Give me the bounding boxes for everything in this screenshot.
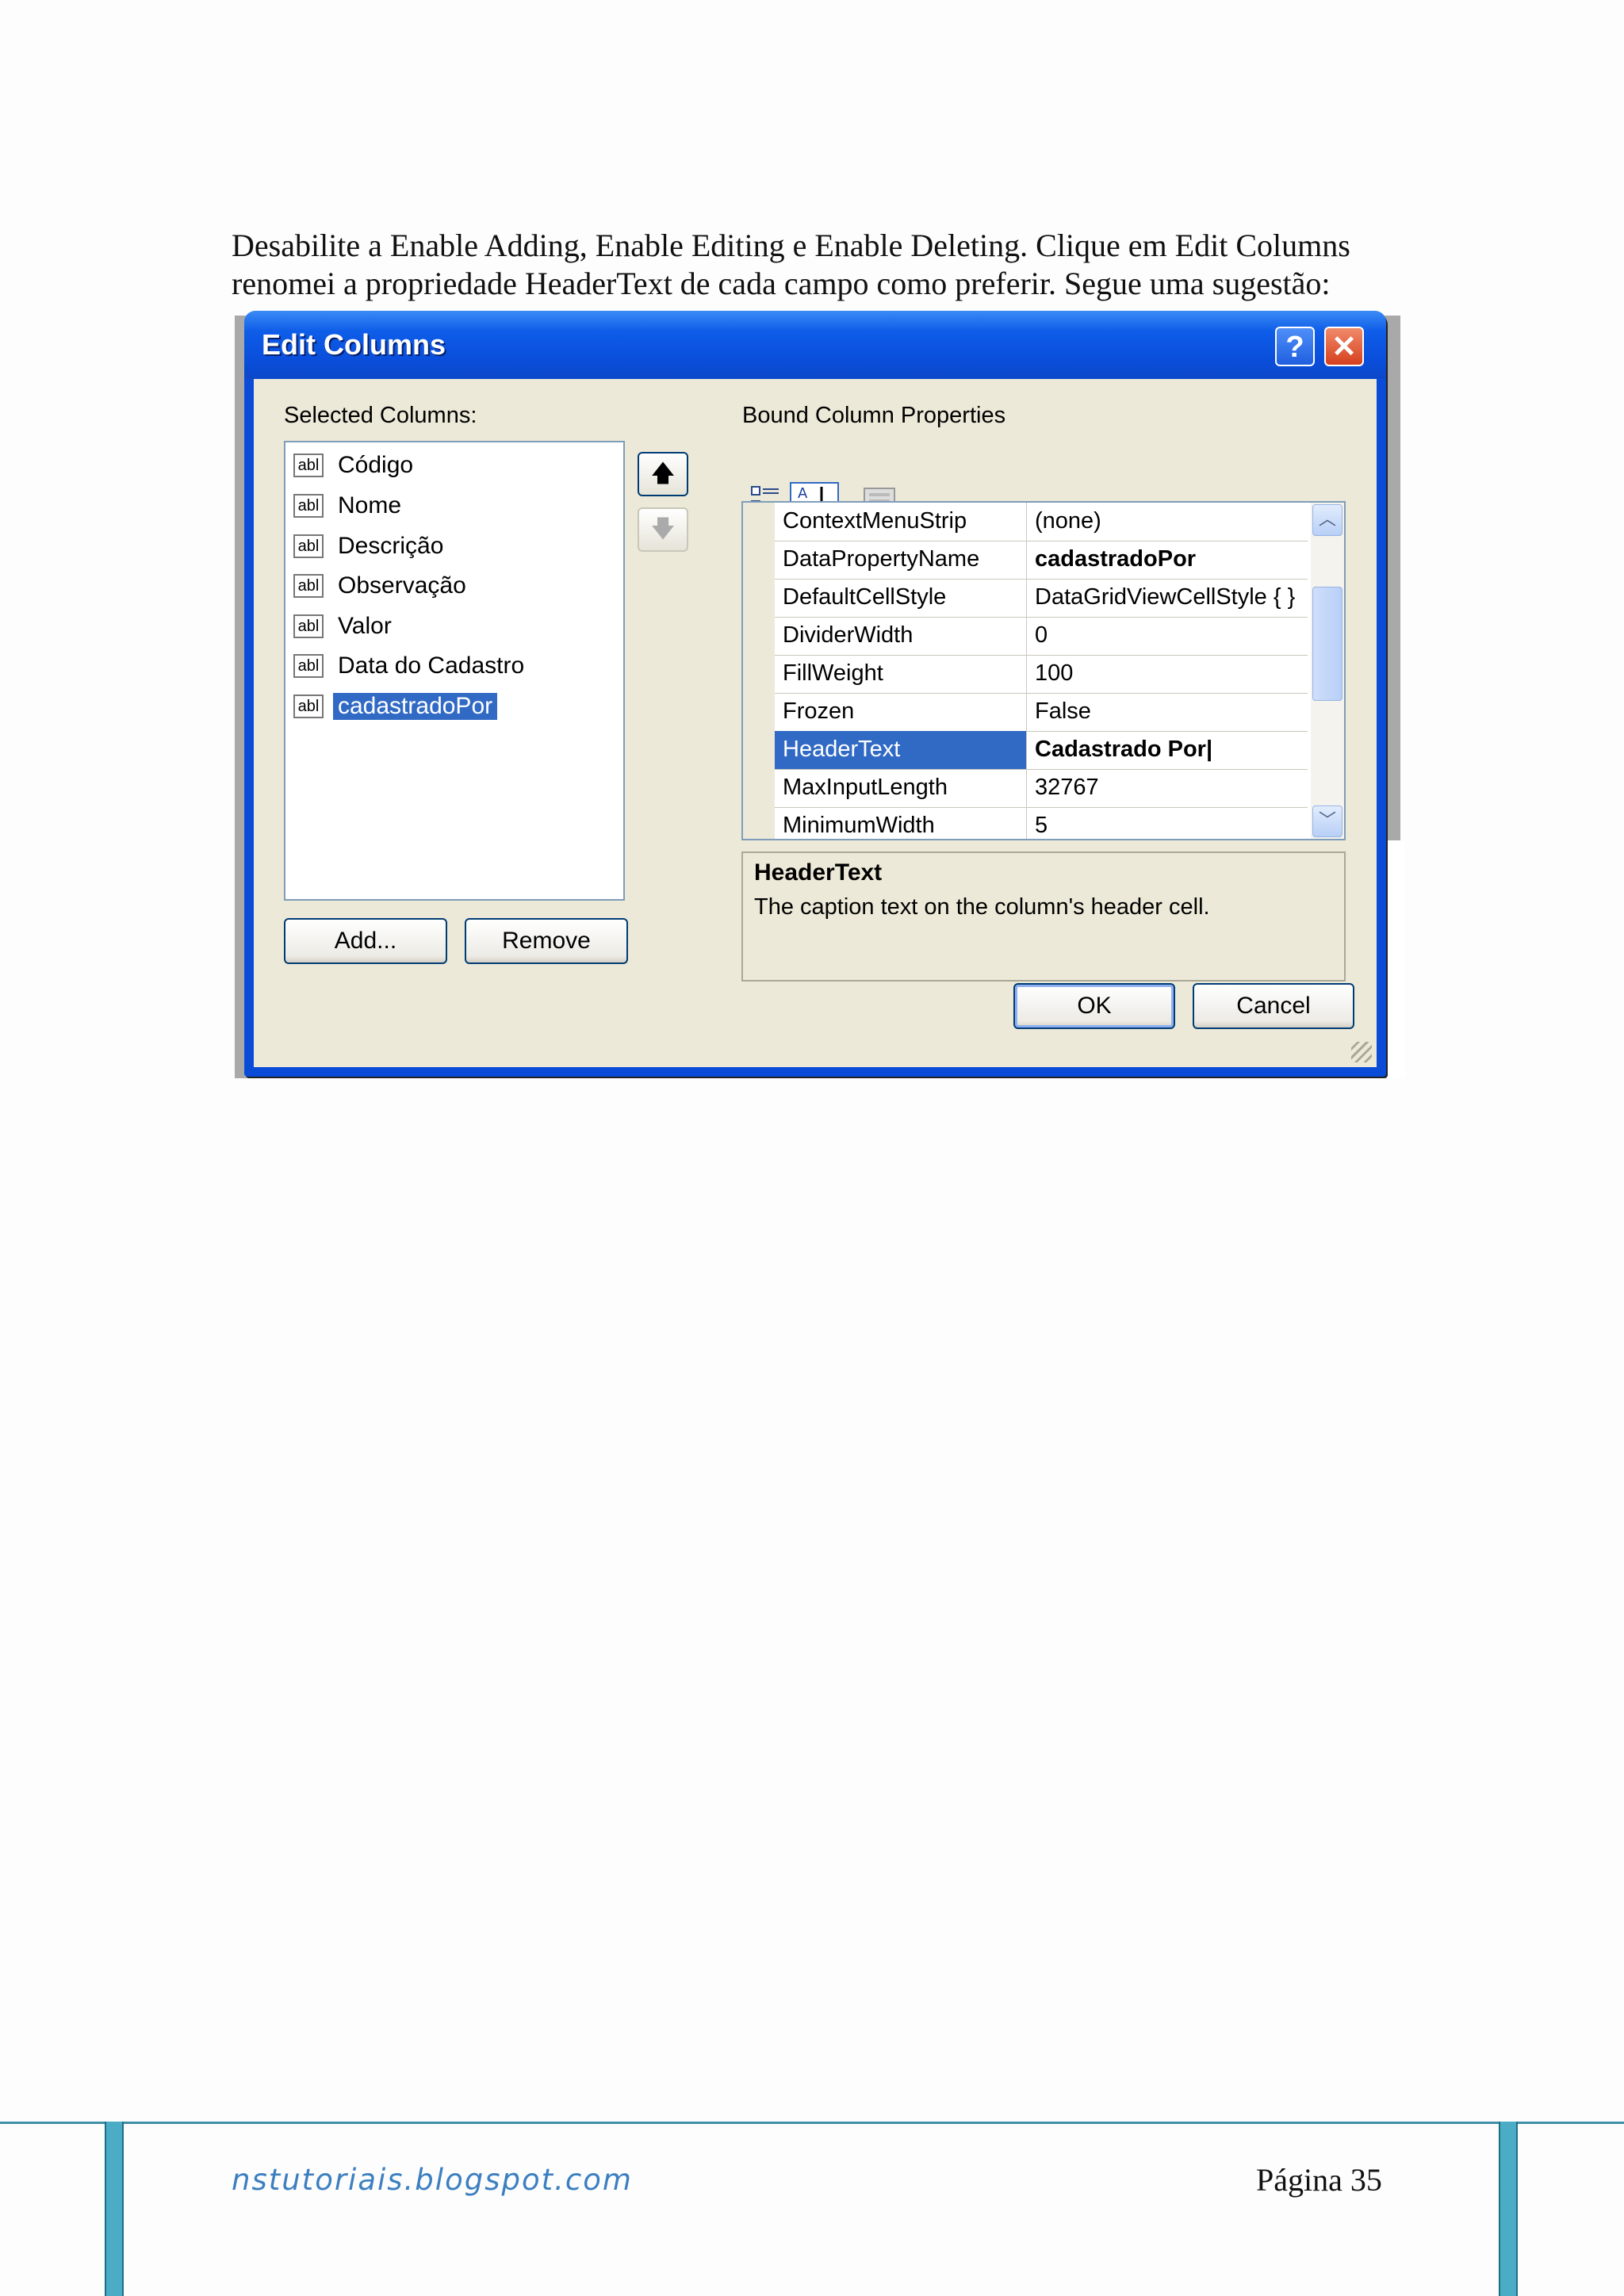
column-item-descricao[interactable]: abl Descrição — [293, 531, 448, 561]
textbox-column-icon: abl — [293, 494, 324, 518]
property-help-panel: HeaderText The caption text on the colum… — [741, 851, 1346, 982]
arrow-up-icon: 🡅 — [650, 461, 676, 487]
property-name: Frozen — [775, 693, 1027, 731]
header-text-input[interactable]: Cadastrado Por| — [1027, 731, 1308, 769]
property-value[interactable]: (none) — [1027, 503, 1308, 541]
column-item-label: Nome — [338, 492, 402, 519]
column-item-cadastradopor[interactable]: abl cadastradoPor — [293, 691, 498, 721]
move-down-button[interactable]: 🡇 — [638, 507, 688, 552]
column-item-label: cadastradoPor — [333, 693, 498, 720]
help-icon: ? — [1285, 331, 1304, 364]
selected-columns-label: Selected Columns: — [284, 403, 477, 428]
resize-grip-icon[interactable] — [1351, 1042, 1372, 1062]
column-item-label: Código — [338, 452, 414, 478]
property-name: MinimumWidth — [775, 807, 1027, 839]
ok-button[interactable]: OK — [1013, 983, 1175, 1029]
column-item-label: Descrição — [338, 533, 444, 559]
property-name: DefaultCellStyle — [775, 579, 1027, 617]
intro-paragraph: Desabilite a Enable Adding, Enable Editi… — [232, 227, 1397, 303]
property-row[interactable]: ContextMenuStrip (none) — [775, 503, 1308, 541]
property-name: DataPropertyName — [775, 541, 1027, 579]
close-button[interactable]: ✕ — [1324, 327, 1364, 366]
property-value[interactable]: 100 — [1027, 655, 1308, 693]
footer-left-bar — [105, 2122, 124, 2296]
column-item-label: Observação — [338, 572, 466, 599]
chevron-down-icon: ﹀ — [1318, 810, 1336, 830]
column-item-observacao[interactable]: abl Observação — [293, 571, 471, 601]
scroll-thumb[interactable] — [1312, 587, 1342, 701]
property-name: ContextMenuStrip — [775, 503, 1027, 541]
column-item-label: Valor — [338, 613, 392, 639]
intro-line-2: renomei a propriedade HeaderText de cada… — [232, 266, 1331, 301]
property-grid-scrollbar[interactable]: ︿ ﹀ — [1311, 503, 1344, 839]
property-row[interactable]: MaxInputLength 32767 — [775, 769, 1308, 808]
property-value[interactable]: 0 — [1027, 617, 1308, 655]
help-panel-description: The caption text on the column's header … — [754, 894, 1210, 920]
column-item-codigo[interactable]: abl Código — [293, 450, 418, 480]
dialog-titlebar[interactable]: Edit Columns ? ✕ — [244, 311, 1386, 379]
textbox-column-icon: abl — [293, 453, 324, 477]
textbox-column-icon: abl — [293, 695, 324, 718]
property-name: HeaderText — [775, 731, 1027, 769]
property-grid-gutter — [743, 503, 775, 839]
bound-column-properties-label: Bound Column Properties — [742, 403, 1006, 428]
arrow-down-icon: 🡇 — [650, 516, 676, 542]
property-row[interactable]: DividerWidth 0 — [775, 617, 1308, 656]
scroll-down-button[interactable]: ﹀ — [1312, 806, 1342, 837]
footer-right-bar — [1499, 2122, 1518, 2296]
page-number: Página 35 — [1256, 2162, 1382, 2198]
svg-text:A: A — [798, 485, 808, 502]
property-value[interactable]: 5 — [1027, 807, 1308, 839]
property-row[interactable]: DataPropertyName cadastradoPor — [775, 541, 1308, 580]
property-row-selected[interactable]: HeaderText Cadastrado Por| — [775, 731, 1308, 770]
property-name: DividerWidth — [775, 617, 1027, 655]
move-up-button[interactable]: 🡅 — [638, 452, 688, 496]
property-name: MaxInputLength — [775, 769, 1027, 807]
property-row[interactable]: MinimumWidth 5 — [775, 807, 1308, 839]
footer-site-link[interactable]: nstutoriais.blogspot.com — [232, 2163, 633, 2197]
selected-columns-list[interactable]: abl Código abl Nome abl Descrição abl Ob… — [284, 441, 625, 901]
chevron-up-icon: ︿ — [1318, 509, 1336, 529]
scroll-up-button[interactable]: ︿ — [1312, 504, 1342, 536]
help-button[interactable]: ? — [1275, 327, 1315, 366]
footer-rule — [0, 2122, 1624, 2124]
property-row[interactable]: Frozen False — [775, 693, 1308, 732]
property-row[interactable]: FillWeight 100 — [775, 655, 1308, 694]
textbox-column-icon: abl — [293, 574, 324, 598]
property-value[interactable]: False — [1027, 693, 1308, 731]
property-value[interactable]: 32767 — [1027, 769, 1308, 807]
remove-button[interactable]: Remove — [465, 918, 628, 964]
dialog-title: Edit Columns — [262, 328, 446, 361]
edit-columns-dialog: Edit Columns ? ✕ Selected Columns: Bound… — [244, 311, 1386, 1077]
property-row[interactable]: DefaultCellStyle DataGridViewCellStyle {… — [775, 579, 1308, 618]
intro-line-1: Desabilite a Enable Adding, Enable Editi… — [232, 228, 1350, 263]
column-item-data-do-cadastro[interactable]: abl Data do Cadastro — [293, 651, 529, 681]
dialog-body: Selected Columns: Bound Column Propertie… — [254, 379, 1377, 1067]
column-item-valor[interactable]: abl Valor — [293, 611, 396, 641]
close-icon: ✕ — [1331, 331, 1357, 364]
column-item-nome[interactable]: abl Nome — [293, 491, 406, 521]
property-name: FillWeight — [775, 655, 1027, 693]
property-value[interactable]: cadastradoPor — [1027, 541, 1308, 579]
textbox-column-icon: abl — [293, 534, 324, 558]
textbox-column-icon: abl — [293, 614, 324, 638]
cancel-button[interactable]: Cancel — [1193, 983, 1354, 1029]
property-value[interactable]: DataGridViewCellStyle { } — [1027, 579, 1308, 617]
property-grid[interactable]: ContextMenuStrip (none) DataPropertyName… — [741, 501, 1346, 840]
add-button[interactable]: Add... — [284, 918, 447, 964]
column-item-label: Data do Cadastro — [338, 652, 525, 679]
help-panel-title: HeaderText — [754, 859, 883, 886]
textbox-column-icon: abl — [293, 654, 324, 678]
